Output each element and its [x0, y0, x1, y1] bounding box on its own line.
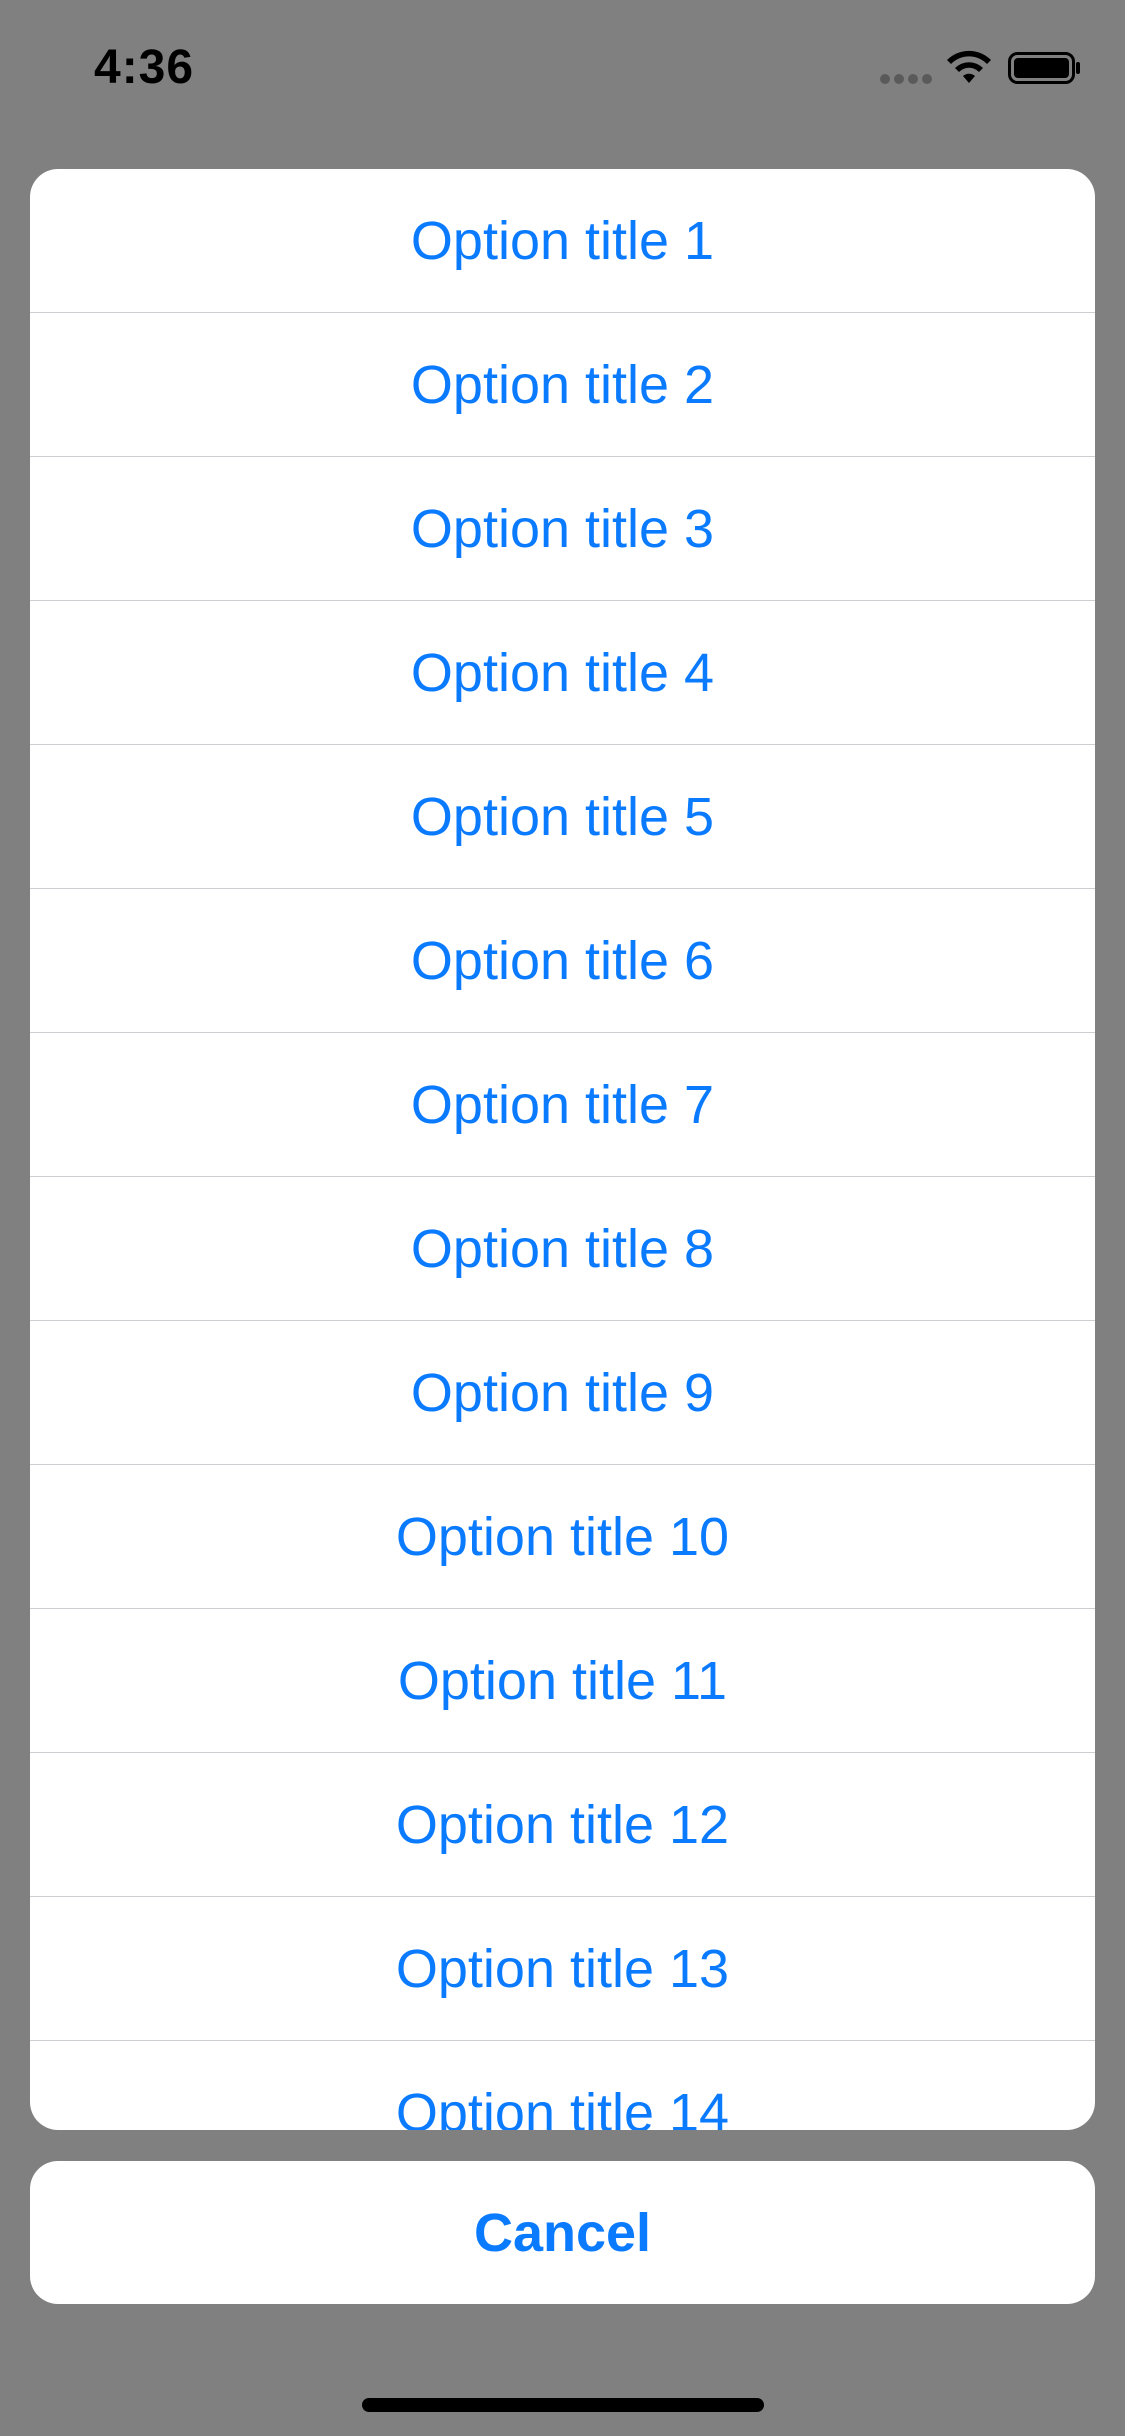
option-button[interactable]: Option title 11	[30, 1609, 1095, 1753]
home-indicator[interactable]	[362, 2398, 764, 2412]
battery-full-icon	[1008, 52, 1080, 84]
option-label: Option title 1	[410, 210, 715, 271]
option-label: Option title 11	[397, 1650, 728, 1711]
option-label: Option title 9	[410, 1362, 715, 1423]
option-button[interactable]: Option title 6	[30, 889, 1095, 1033]
option-button[interactable]: Option title 5	[30, 745, 1095, 889]
option-label: Option title 12	[395, 1794, 730, 1855]
option-label: Option title 6	[410, 930, 715, 991]
status-bar: 4:36	[0, 0, 1125, 140]
option-button[interactable]: Option title 8	[30, 1177, 1095, 1321]
option-label: Option title 7	[410, 1074, 715, 1135]
option-button[interactable]: Option title 9	[30, 1321, 1095, 1465]
action-sheet[interactable]: Option title 1 Option title 2 Option tit…	[30, 169, 1095, 2130]
option-button[interactable]: Option title 3	[30, 457, 1095, 601]
option-label: Option title 14	[395, 2082, 730, 2131]
cancel-button[interactable]: Cancel	[30, 2161, 1095, 2304]
option-label: Option title 2	[410, 354, 715, 415]
option-button[interactable]: Option title 4	[30, 601, 1095, 745]
option-label: Option title 8	[410, 1218, 715, 1279]
option-button[interactable]: Option title 14	[30, 2041, 1095, 2131]
cancel-label: Cancel	[473, 2202, 652, 2263]
option-label: Option title 10	[395, 1506, 730, 1567]
option-button[interactable]: Option title 13	[30, 1897, 1095, 2041]
option-label: Option title 13	[395, 1938, 730, 1999]
option-label: Option title 3	[410, 498, 715, 559]
option-button[interactable]: Option title 2	[30, 313, 1095, 457]
option-label: Option title 5	[410, 786, 715, 847]
cellular-dots-icon	[880, 74, 932, 84]
option-button[interactable]: Option title 10	[30, 1465, 1095, 1609]
option-button[interactable]: Option title 12	[30, 1753, 1095, 1897]
option-label: Option title 4	[410, 642, 715, 703]
option-button[interactable]: Option title 7	[30, 1033, 1095, 1177]
wifi-icon	[947, 50, 991, 83]
option-button[interactable]: Option title 1	[30, 169, 1095, 313]
status-time: 4:36	[94, 41, 195, 94]
